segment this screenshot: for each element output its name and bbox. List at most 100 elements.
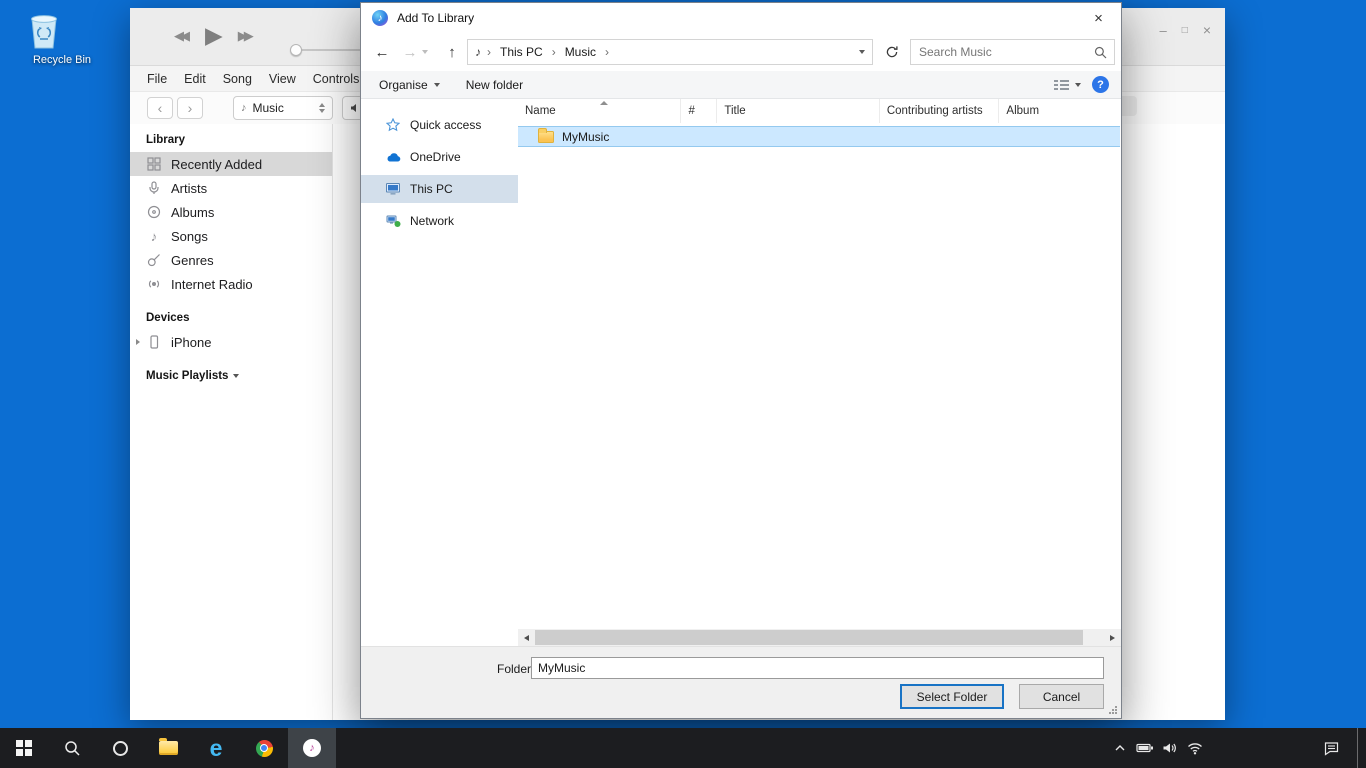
volume-indicator[interactable] <box>1157 741 1182 755</box>
back-button[interactable]: ← <box>369 39 395 65</box>
navpane-item-network[interactable]: Network <box>361 207 518 235</box>
next-track-button[interactable]: ▶▶ <box>238 28 254 44</box>
minimize-button[interactable]: – <box>1160 23 1167 38</box>
itunes-icon: ♪ <box>303 739 321 757</box>
menu-file[interactable]: File <box>147 72 167 86</box>
search-icon <box>1094 46 1107 59</box>
dialog-title: Add To Library <box>397 11 474 25</box>
file-row-mymusic[interactable]: MyMusic <box>518 126 1120 147</box>
battery-indicator[interactable] <box>1132 741 1157 755</box>
cloud-icon <box>385 152 401 163</box>
scrollbar-track[interactable] <box>535 629 1104 646</box>
disclosure-triangle-icon[interactable] <box>136 339 140 345</box>
sidebar-item-label: Genres <box>171 253 214 268</box>
scrollbar-thumb[interactable] <box>535 630 1083 645</box>
chrome-button[interactable] <box>240 728 288 768</box>
triangle-right-icon <box>1110 635 1115 641</box>
breadcrumb-separator: › <box>603 45 611 59</box>
show-desktop-button[interactable] <box>1357 728 1366 768</box>
select-folder-button[interactable]: Select Folder <box>900 684 1004 709</box>
sidebar-item-internet-radio[interactable]: Internet Radio <box>130 272 332 296</box>
show-hidden-icons-button[interactable] <box>1107 743 1132 753</box>
navpane-item-label: This PC <box>410 182 453 196</box>
sidebar-item-label: Songs <box>171 229 208 244</box>
play-button[interactable]: ▶ <box>205 24 223 47</box>
music-playlists-heading[interactable]: Music Playlists <box>130 370 332 382</box>
navpane-item-label: OneDrive <box>410 150 461 164</box>
up-button[interactable]: ↑ <box>439 39 465 65</box>
cancel-button[interactable]: Cancel <box>1019 684 1104 709</box>
menu-controls[interactable]: Controls <box>313 72 360 86</box>
dialog-titlebar[interactable]: ♪ Add To Library × <box>361 3 1121 33</box>
sidebar-item-recently-added[interactable]: Recently Added <box>130 152 332 176</box>
column-header-album[interactable]: Album <box>999 99 1121 123</box>
navpane-item-quick-access[interactable]: Quick access <box>361 111 518 139</box>
organise-button[interactable]: Organise <box>379 78 440 92</box>
address-dropdown-icon[interactable] <box>859 50 865 54</box>
menu-view[interactable]: View <box>269 72 296 86</box>
back-arrow-icon: ← <box>375 44 390 61</box>
recycle-bin-shortcut[interactable]: Recycle Bin <box>26 10 98 66</box>
file-explorer-icon <box>159 741 178 755</box>
new-folder-button[interactable]: New folder <box>466 78 523 92</box>
volume-knob[interactable] <box>290 44 302 56</box>
music-note-icon: ♪ <box>378 13 383 24</box>
itunes-taskbar-button[interactable]: ♪ <box>288 728 336 768</box>
sidebar-item-iphone[interactable]: iPhone <box>130 330 332 354</box>
taskbar-search-button[interactable] <box>48 728 96 768</box>
column-header-title[interactable]: Title <box>717 99 879 123</box>
column-header-contributing-artists[interactable]: Contributing artists <box>880 99 1000 123</box>
speaker-icon <box>1162 741 1177 755</box>
column-header-number[interactable]: # <box>681 99 717 123</box>
menu-edit[interactable]: Edit <box>184 72 206 86</box>
scroll-right-button[interactable] <box>1104 629 1121 646</box>
file-explorer-button[interactable] <box>144 728 192 768</box>
action-center-icon <box>1323 741 1340 756</box>
previous-track-button[interactable]: ◀◀ <box>174 28 190 44</box>
dialog-close-button[interactable]: × <box>1076 3 1121 33</box>
volume-slider[interactable] <box>290 44 368 56</box>
start-button[interactable] <box>0 728 48 768</box>
search-box[interactable] <box>910 39 1115 65</box>
media-kind-select[interactable]: ♪ Music <box>233 96 333 120</box>
folder-name-input[interactable] <box>531 657 1104 679</box>
scroll-left-button[interactable] <box>518 629 535 646</box>
navpane-item-this-pc[interactable]: This PC <box>361 175 518 203</box>
sidebar-item-genres[interactable]: Genres <box>130 248 332 272</box>
edge-button[interactable]: e <box>192 728 240 768</box>
search-input[interactable] <box>911 45 1094 59</box>
menu-song[interactable]: Song <box>223 72 252 86</box>
sidebar-item-albums[interactable]: Albums <box>130 200 332 224</box>
select-arrows-icon <box>319 103 325 113</box>
network-indicator[interactable] <box>1182 741 1207 755</box>
navpane-item-onedrive[interactable]: OneDrive <box>361 143 518 171</box>
maximize-button[interactable]: □ <box>1182 25 1188 36</box>
address-bar[interactable]: ♪ › This PC › Music › <box>467 39 873 65</box>
itunes-forward-button[interactable]: › <box>177 97 203 119</box>
forward-button[interactable]: → <box>397 39 423 65</box>
recent-locations-dropdown[interactable] <box>422 50 428 54</box>
refresh-button[interactable] <box>879 39 904 65</box>
close-button[interactable]: × <box>1203 22 1211 38</box>
itunes-back-button[interactable]: ‹ <box>147 97 173 119</box>
folder-label: Folder: <box>497 662 534 676</box>
cortana-button[interactable] <box>96 728 144 768</box>
action-center-button[interactable] <box>1319 741 1344 756</box>
resize-grip[interactable] <box>1115 712 1117 714</box>
sidebar-item-songs[interactable]: ♪ Songs <box>130 224 332 248</box>
breadcrumb-music[interactable]: Music <box>562 45 599 59</box>
sidebar-item-label: Albums <box>171 205 214 220</box>
sidebar-item-artists[interactable]: Artists <box>130 176 332 200</box>
itunes-sidebar: Library Recently Added Artists Albums <box>130 124 333 720</box>
help-button[interactable]: ? <box>1092 76 1109 93</box>
edge-icon: e <box>210 737 223 760</box>
dialog-toolbar: Organise New folder ? <box>361 71 1121 99</box>
itunes-window-controls: – □ × <box>1160 22 1211 38</box>
chevron-down-icon <box>434 83 440 87</box>
horizontal-scrollbar[interactable] <box>518 629 1121 646</box>
chevron-up-icon <box>1114 743 1126 753</box>
change-view-button[interactable] <box>1054 79 1081 91</box>
breadcrumb-separator: › <box>485 45 493 59</box>
dialog-main-area: Quick access OneDrive This PC <box>361 99 1121 648</box>
breadcrumb-this-pc[interactable]: This PC <box>497 45 546 59</box>
